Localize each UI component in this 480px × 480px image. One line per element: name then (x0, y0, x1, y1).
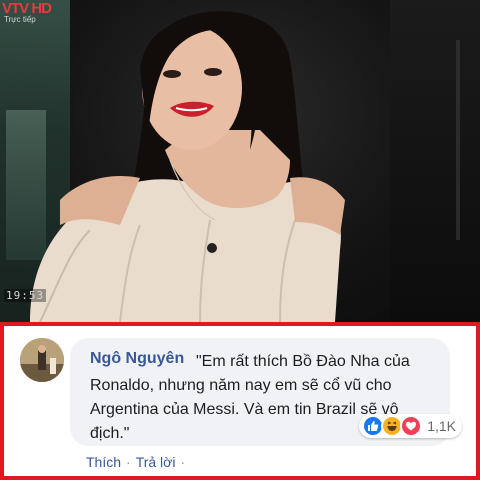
action-separator: · (126, 454, 131, 470)
presenter-figure (30, 11, 345, 322)
avatar-photo-icon (20, 338, 64, 382)
like-link[interactable]: Thích (86, 454, 121, 470)
reply-link[interactable]: Trả lời (136, 454, 176, 470)
love-icon (400, 415, 423, 437)
channel-logo: VTV HD Trực tiếp (2, 0, 72, 26)
video-frame: VTV HD Trực tiếp 19:53 (0, 0, 480, 322)
live-label: Trực tiếp (4, 15, 36, 24)
action-separator: · (180, 454, 186, 470)
reaction-count: 1,1K (427, 418, 456, 434)
comment-panel: Ngô Nguyên "Em rất thích Bồ Đào Nha của … (0, 322, 480, 480)
comment-actions: Thích · Trả lời · (86, 454, 190, 470)
avatar[interactable] (20, 338, 64, 382)
broadcast-timestamp: 19:53 (4, 289, 47, 302)
reactions-summary[interactable]: 1,1K (359, 414, 462, 438)
